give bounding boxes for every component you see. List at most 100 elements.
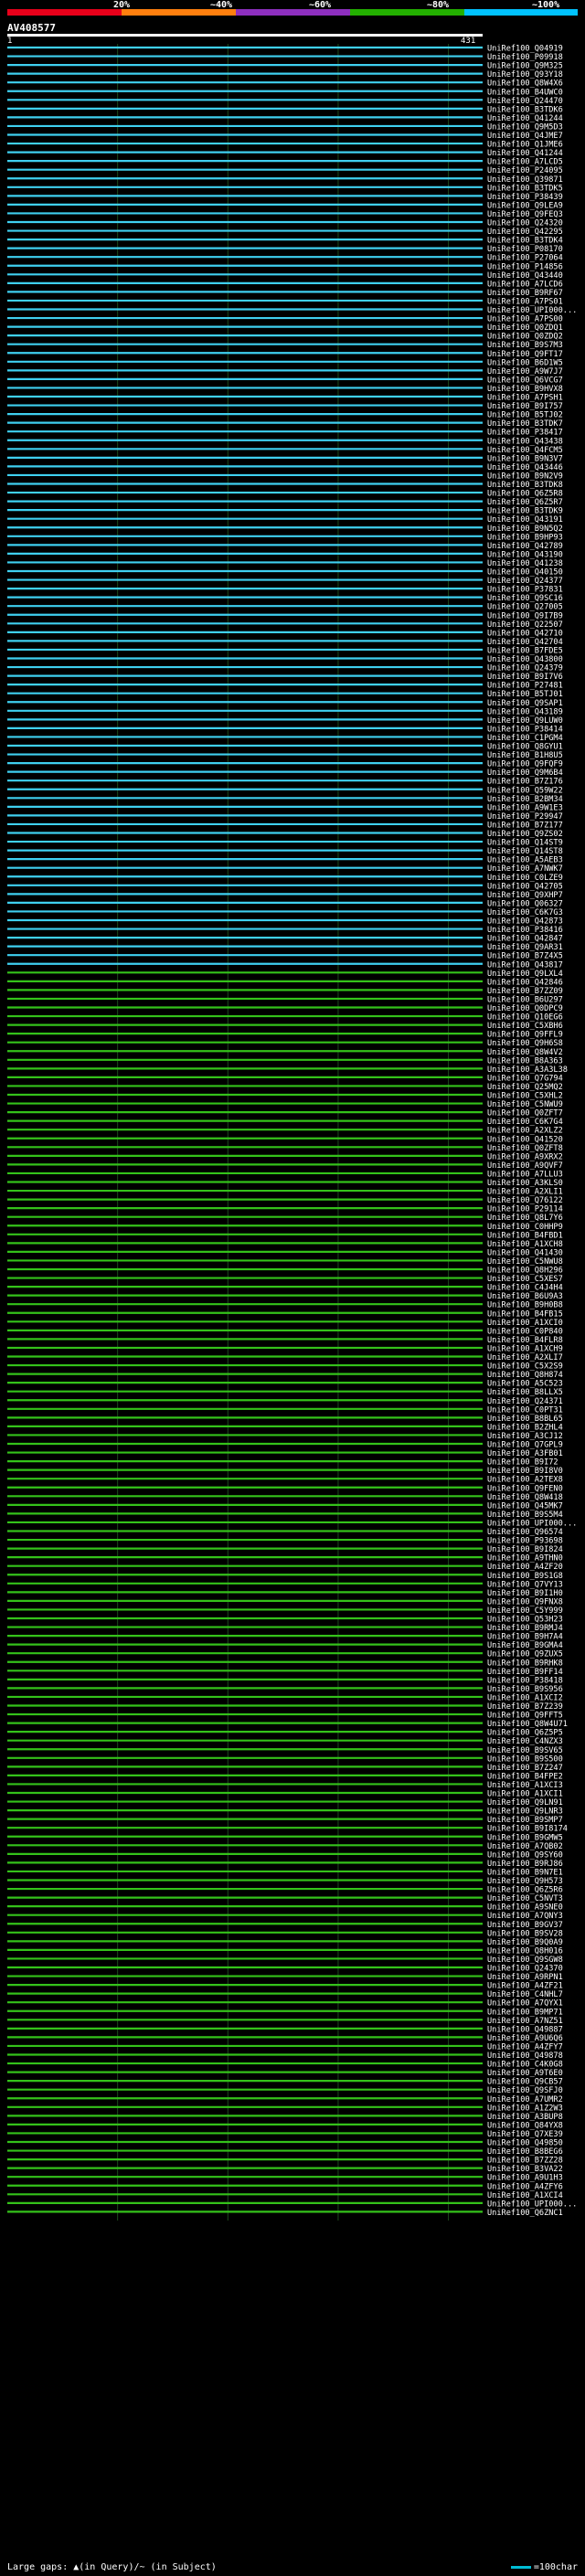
- hit-label[interactable]: UniRef100_Q40150: [487, 568, 563, 578]
- hit-label[interactable]: UniRef100_B8BEG6: [487, 2147, 563, 2157]
- hit-label[interactable]: UniRef100_Q04919: [487, 45, 563, 54]
- hit-label[interactable]: UniRef100_B9SV65: [487, 1746, 563, 1755]
- hit-label[interactable]: UniRef100_UPI000...: [487, 306, 577, 315]
- hit-label[interactable]: UniRef100_Q43817: [487, 960, 563, 970]
- hit-label[interactable]: UniRef100_Q41244: [487, 149, 563, 158]
- hit-label[interactable]: UniRef100_B9N3V7: [487, 454, 563, 463]
- hit-label[interactable]: UniRef100_P93698: [487, 1537, 563, 1546]
- hit-label[interactable]: UniRef100_C5NWU9: [487, 1100, 563, 1109]
- hit-label[interactable]: UniRef100_Q9H6S8: [487, 1039, 563, 1048]
- hit-label[interactable]: UniRef100_B7ZZ28: [487, 2157, 563, 2166]
- hit-label[interactable]: UniRef100_Q8W4X6: [487, 80, 563, 89]
- hit-label[interactable]: UniRef100_C4J4H4: [487, 1284, 563, 1293]
- hit-label[interactable]: UniRef100_B7FDE5: [487, 646, 563, 655]
- hit-label[interactable]: UniRef100_A9W1E3: [487, 803, 563, 812]
- hit-label[interactable]: UniRef100_A5AEB3: [487, 856, 563, 865]
- hit-label[interactable]: UniRef100_P38416: [487, 926, 563, 935]
- hit-label[interactable]: UniRef100_A9SNE0: [487, 1903, 563, 1913]
- hit-label[interactable]: UniRef100_A7PS00: [487, 315, 563, 324]
- hit-label[interactable]: UniRef100_C5NWU8: [487, 1257, 563, 1267]
- hit-label[interactable]: UniRef100_B9FF14: [487, 1668, 563, 1677]
- hit-label[interactable]: UniRef100_B9RJ86: [487, 1860, 563, 1869]
- hit-label[interactable]: UniRef100_Q4FCM5: [487, 446, 563, 455]
- hit-label[interactable]: UniRef100_Q49878: [487, 2051, 563, 2061]
- hit-label[interactable]: UniRef100_B9S1G8: [487, 1572, 563, 1581]
- hit-label[interactable]: UniRef100_Q9ZS02: [487, 830, 563, 839]
- hit-label[interactable]: UniRef100_B9I7V6: [487, 673, 563, 682]
- hit-label[interactable]: UniRef100_A9W7J7: [487, 367, 563, 376]
- hit-label[interactable]: UniRef100_A4ZF21: [487, 1982, 563, 1991]
- hit-label[interactable]: UniRef100_B4FBD1: [487, 1231, 563, 1240]
- hit-label[interactable]: UniRef100_Q24470: [487, 97, 563, 106]
- hit-label[interactable]: UniRef100_B9S500: [487, 1754, 563, 1764]
- hit-label[interactable]: UniRef100_Q24370: [487, 1965, 563, 1974]
- hit-label[interactable]: UniRef100_P14856: [487, 262, 563, 271]
- hit-label[interactable]: UniRef100_B7ZZ09: [487, 987, 563, 996]
- hit-label[interactable]: UniRef100_B9SV28: [487, 1929, 563, 1938]
- hit-label[interactable]: UniRef100_B7Z177: [487, 821, 563, 830]
- hit-label[interactable]: UniRef100_A9T6E0: [487, 2069, 563, 2078]
- hit-label[interactable]: UniRef100_B3TDK9: [487, 507, 563, 516]
- hit-label[interactable]: UniRef100_Q42846: [487, 978, 563, 987]
- hit-label[interactable]: UniRef100_Q59W22: [487, 786, 563, 795]
- hit-label[interactable]: UniRef100_B9MP71: [487, 2008, 563, 2017]
- hit-label[interactable]: UniRef100_B9S956: [487, 1685, 563, 1694]
- hit-label[interactable]: UniRef100_P38414: [487, 725, 563, 734]
- hit-label[interactable]: UniRef100_C4NZX3: [487, 1737, 563, 1746]
- hit-label[interactable]: UniRef100_A2XLI1: [487, 1188, 563, 1197]
- hit-label[interactable]: UniRef100_B9N2V9: [487, 472, 563, 481]
- hit-label[interactable]: UniRef100_B9Q0A9: [487, 1938, 563, 1947]
- hit-label[interactable]: UniRef100_Q43189: [487, 707, 563, 716]
- hit-label[interactable]: UniRef100_Q9FNX8: [487, 1597, 563, 1606]
- hit-label[interactable]: UniRef100_Q8W4V2: [487, 1048, 563, 1057]
- hit-label[interactable]: UniRef100_A1XCI0: [487, 1319, 563, 1328]
- hit-label[interactable]: UniRef100_C0LZE9: [487, 874, 563, 883]
- hit-label[interactable]: UniRef100_P37831: [487, 586, 563, 595]
- hit-label[interactable]: UniRef100_P29114: [487, 1205, 563, 1214]
- hit-label[interactable]: UniRef100_A1XCH8: [487, 1240, 563, 1249]
- hit-label[interactable]: UniRef100_Q24379: [487, 664, 563, 673]
- hit-label[interactable]: UniRef100_UPI000...: [487, 2200, 577, 2209]
- hit-label[interactable]: UniRef100_B3TDK7: [487, 419, 563, 429]
- hit-label[interactable]: UniRef100_B9N5Q2: [487, 525, 563, 534]
- hit-label[interactable]: UniRef100_Q0ZDQ1: [487, 323, 563, 333]
- hit-label[interactable]: UniRef100_A4ZFY6: [487, 2182, 563, 2191]
- hit-label[interactable]: UniRef100_B7Z247: [487, 1764, 563, 1773]
- hit-label[interactable]: UniRef100_Q14ST9: [487, 839, 563, 848]
- hit-label[interactable]: UniRef100_C0P840: [487, 1327, 563, 1336]
- hit-label[interactable]: UniRef100_Q43190: [487, 550, 563, 559]
- hit-label[interactable]: UniRef100_Q8GYU1: [487, 743, 563, 752]
- hit-label[interactable]: UniRef100_Q76122: [487, 1196, 563, 1205]
- hit-label[interactable]: UniRef100_Q43438: [487, 437, 563, 446]
- hit-label[interactable]: UniRef100_Q9FFL9: [487, 1031, 563, 1040]
- hit-label[interactable]: UniRef100_Q45MK7: [487, 1501, 563, 1511]
- hit-label[interactable]: UniRef100_C6K7G3: [487, 908, 563, 917]
- hit-label[interactable]: UniRef100_B6U9A3: [487, 1292, 563, 1301]
- hit-label[interactable]: UniRef100_B7Z4X5: [487, 952, 563, 961]
- hit-label[interactable]: UniRef100_Q9ZUX5: [487, 1650, 563, 1659]
- hit-label[interactable]: UniRef100_B9H7A4: [487, 1633, 563, 1642]
- hit-label[interactable]: UniRef100_P27064: [487, 254, 563, 263]
- hit-label[interactable]: UniRef100_B9I72: [487, 1458, 558, 1468]
- hit-label[interactable]: UniRef100_A2XLZ2: [487, 1127, 563, 1136]
- hit-label[interactable]: UniRef100_B4UWC0: [487, 88, 563, 97]
- hit-label[interactable]: UniRef100_Q9M6B4: [487, 769, 563, 778]
- hit-label[interactable]: UniRef100_C5XHL2: [487, 1092, 563, 1101]
- hit-label[interactable]: UniRef100_P08170: [487, 245, 563, 254]
- hit-label[interactable]: UniRef100_A1XCI1: [487, 1790, 563, 1799]
- hit-label[interactable]: UniRef100_B7Z176: [487, 778, 563, 787]
- hit-label[interactable]: UniRef100_Q9H573: [487, 1877, 563, 1886]
- hit-label[interactable]: UniRef100_Q39871: [487, 175, 563, 185]
- hit-label[interactable]: UniRef100_Q8W4U71: [487, 1720, 568, 1729]
- hit-label[interactable]: UniRef100_P24095: [487, 166, 563, 175]
- hit-label[interactable]: UniRef100_Q43800: [487, 655, 563, 664]
- hit-label[interactable]: UniRef100_B9HVX8: [487, 385, 563, 394]
- hit-label[interactable]: UniRef100_B3VA22: [487, 2165, 563, 2174]
- hit-label[interactable]: UniRef100_Q8L7Y6: [487, 1214, 563, 1223]
- hit-label[interactable]: UniRef100_Q41238: [487, 559, 563, 568]
- hit-label[interactable]: UniRef100_Q9AR31: [487, 943, 563, 952]
- hit-label[interactable]: UniRef100_B9I8V0: [487, 1467, 563, 1476]
- hit-label[interactable]: UniRef100_Q6VCG7: [487, 376, 563, 385]
- hit-label[interactable]: UniRef100_P27481: [487, 682, 563, 691]
- hit-label[interactable]: UniRef100_Q42705: [487, 882, 563, 891]
